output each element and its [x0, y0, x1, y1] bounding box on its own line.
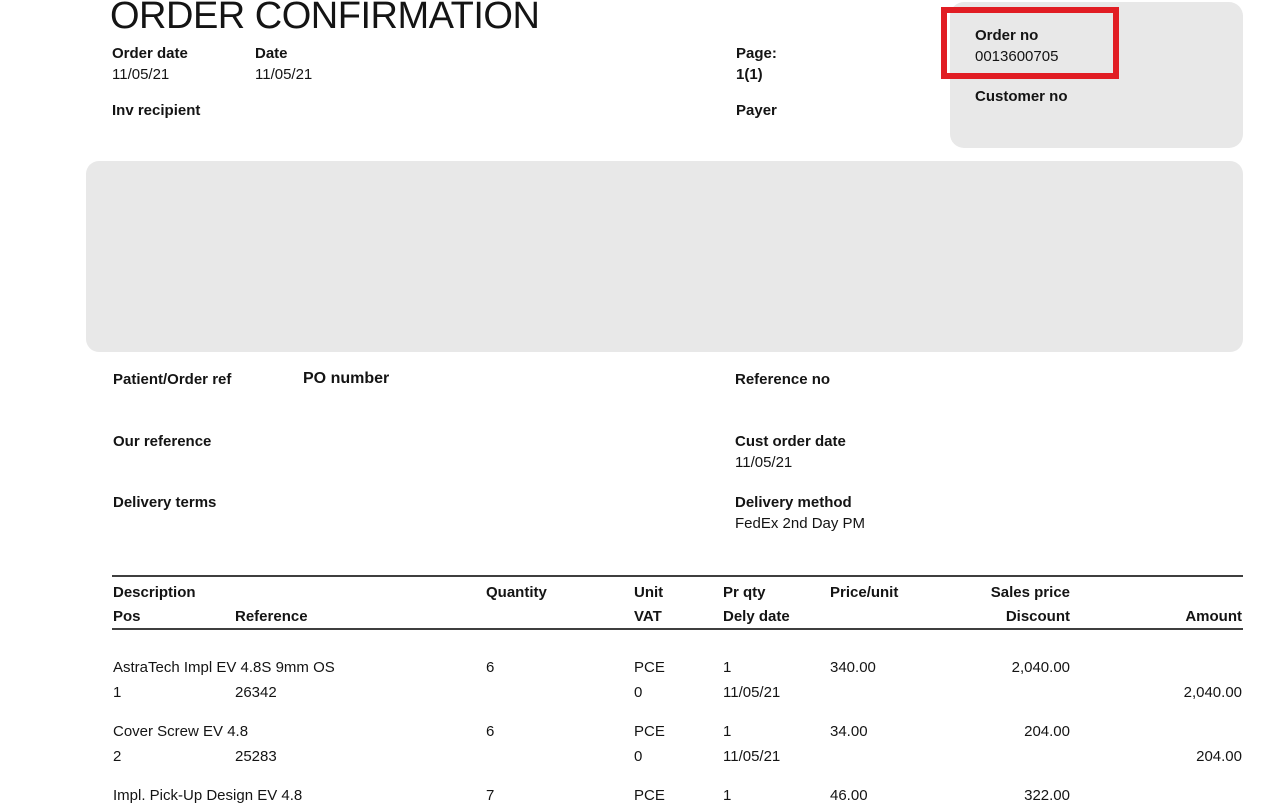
header-unit: Unit: [634, 583, 663, 602]
header-sales-price: Sales price: [890, 583, 1070, 602]
header-amount: Amount: [1042, 607, 1242, 626]
delivery-terms-label: Delivery terms: [113, 493, 216, 512]
row-quantity: 7: [486, 786, 494, 805]
table-row: Impl. Pick-Up Design EV 4.8 7 PCE 1 46.0…: [0, 786, 1280, 805]
cust-order-date-value: 11/05/21: [735, 453, 792, 472]
row-vat: 0: [634, 683, 642, 702]
header-reference: Reference: [235, 607, 308, 626]
patient-order-ref-label: Patient/Order ref: [113, 370, 231, 389]
row-price-unit: 34.00: [830, 722, 868, 741]
reference-no-label: Reference no: [735, 370, 830, 389]
row-pr-qty: 1: [723, 658, 731, 677]
row-amount: 204.00: [1042, 747, 1242, 766]
our-reference-label: Our reference: [113, 432, 211, 451]
row-unit: PCE: [634, 786, 665, 805]
row-sales-price: 322.00: [890, 786, 1070, 805]
row-unit: PCE: [634, 658, 665, 677]
order-no-highlight-box: [941, 7, 1119, 79]
row-pr-qty: 1: [723, 786, 731, 805]
table-row: AstraTech Impl EV 4.8S 9mm OS 6 PCE 1 34…: [0, 658, 1280, 710]
row-pos: 1: [113, 683, 121, 702]
page-value: 1(1): [736, 65, 763, 84]
table-header-row-1: Description Quantity Unit Pr qty Price/u…: [0, 583, 1280, 603]
row-description: Cover Screw EV 4.8: [113, 722, 248, 741]
row-reference: 25283: [235, 747, 277, 766]
payer-label: Payer: [736, 101, 777, 120]
row-quantity: 6: [486, 722, 494, 741]
header-vat: VAT: [634, 607, 662, 626]
recipient-address-redacted-panel: [86, 161, 1243, 352]
document-title: ORDER CONFIRMATION: [110, 0, 539, 37]
header-pr-qty: Pr qty: [723, 583, 766, 602]
row-description: Impl. Pick-Up Design EV 4.8: [113, 786, 302, 805]
header-quantity: Quantity: [486, 583, 547, 602]
table-row: Cover Screw EV 4.8 6 PCE 1 34.00 204.00 …: [0, 722, 1280, 774]
row-description: AstraTech Impl EV 4.8S 9mm OS: [113, 658, 335, 677]
row-vat: 0: [634, 747, 642, 766]
table-top-rule: [112, 575, 1243, 577]
row-reference: 26342: [235, 683, 277, 702]
date-value: 11/05/21: [255, 65, 312, 84]
order-confirmation-document: ORDER CONFIRMATION Order date 11/05/21 D…: [0, 0, 1280, 805]
header-description: Description: [113, 583, 196, 602]
row-amount: 2,040.00: [1042, 683, 1242, 702]
order-date-label: Order date: [112, 44, 188, 63]
row-unit: PCE: [634, 722, 665, 741]
customer-no-label: Customer no: [975, 87, 1068, 106]
page-label: Page:: [736, 44, 777, 63]
cust-order-date-label: Cust order date: [735, 432, 846, 451]
row-sales-price: 2,040.00: [890, 658, 1070, 677]
header-price-unit: Price/unit: [830, 583, 898, 602]
row-price-unit: 46.00: [830, 786, 868, 805]
row-pr-qty: 1: [723, 722, 731, 741]
delivery-method-value: FedEx 2nd Day PM: [735, 514, 865, 533]
row-sales-price: 204.00: [890, 722, 1070, 741]
order-date-value: 11/05/21: [112, 65, 169, 84]
delivery-method-label: Delivery method: [735, 493, 852, 512]
row-dely-date: 11/05/21: [723, 683, 780, 702]
row-quantity: 6: [486, 658, 494, 677]
header-pos: Pos: [113, 607, 141, 626]
row-dely-date: 11/05/21: [723, 747, 780, 766]
inv-recipient-label: Inv recipient: [112, 101, 200, 120]
header-dely-date: Dely date: [723, 607, 790, 626]
table-header-row-2: Pos Reference VAT Dely date Discount Amo…: [0, 607, 1280, 627]
row-price-unit: 340.00: [830, 658, 876, 677]
po-number-label: PO number: [303, 369, 389, 388]
row-pos: 2: [113, 747, 121, 766]
table-header-bottom-rule: [112, 628, 1243, 630]
date-label: Date: [255, 44, 288, 63]
